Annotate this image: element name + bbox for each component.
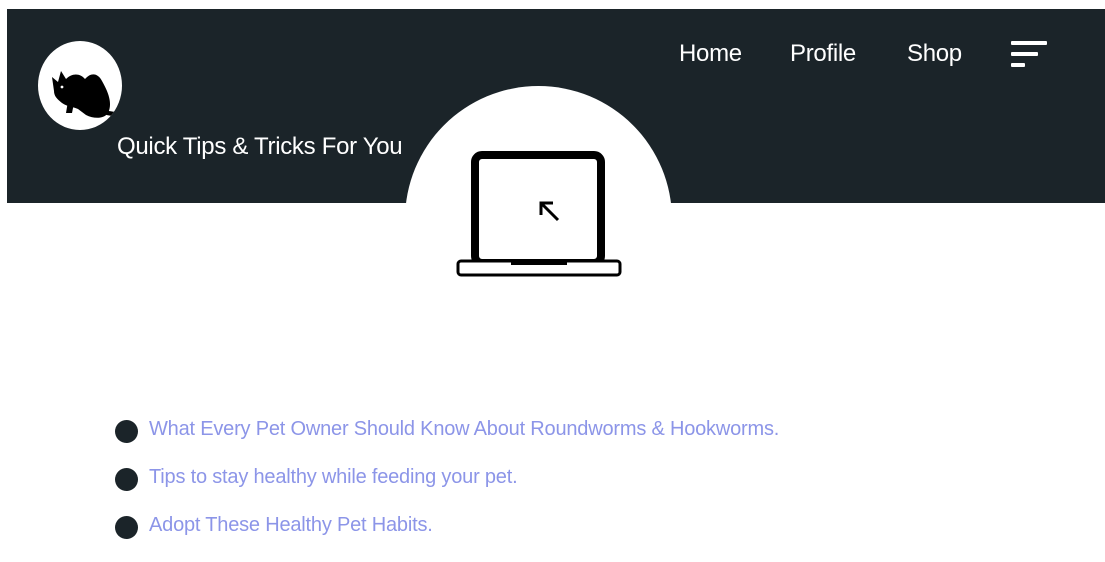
cat-silhouette-icon [52,71,122,118]
nav-home-link[interactable]: Home [679,40,742,68]
bullet-icon [115,516,138,539]
hero-title: Quick Tips & Tricks For You [117,133,403,160]
tip-link-roundworms[interactable]: What Every Pet Owner Should Know About R… [149,418,779,441]
bullet-icon [115,468,138,491]
nav-shop-link[interactable]: Shop [907,40,962,68]
hamburger-menu-icon[interactable] [1011,41,1051,73]
tip-link-feeding[interactable]: Tips to stay healthy while feeding your … [149,466,518,489]
tip-link-habits[interactable]: Adopt These Healthy Pet Habits. [149,514,433,537]
bullet-icon [115,420,138,443]
laptop-cursor-icon [455,149,625,284]
cat-logo[interactable] [38,41,122,130]
nav-profile-link[interactable]: Profile [790,40,856,68]
